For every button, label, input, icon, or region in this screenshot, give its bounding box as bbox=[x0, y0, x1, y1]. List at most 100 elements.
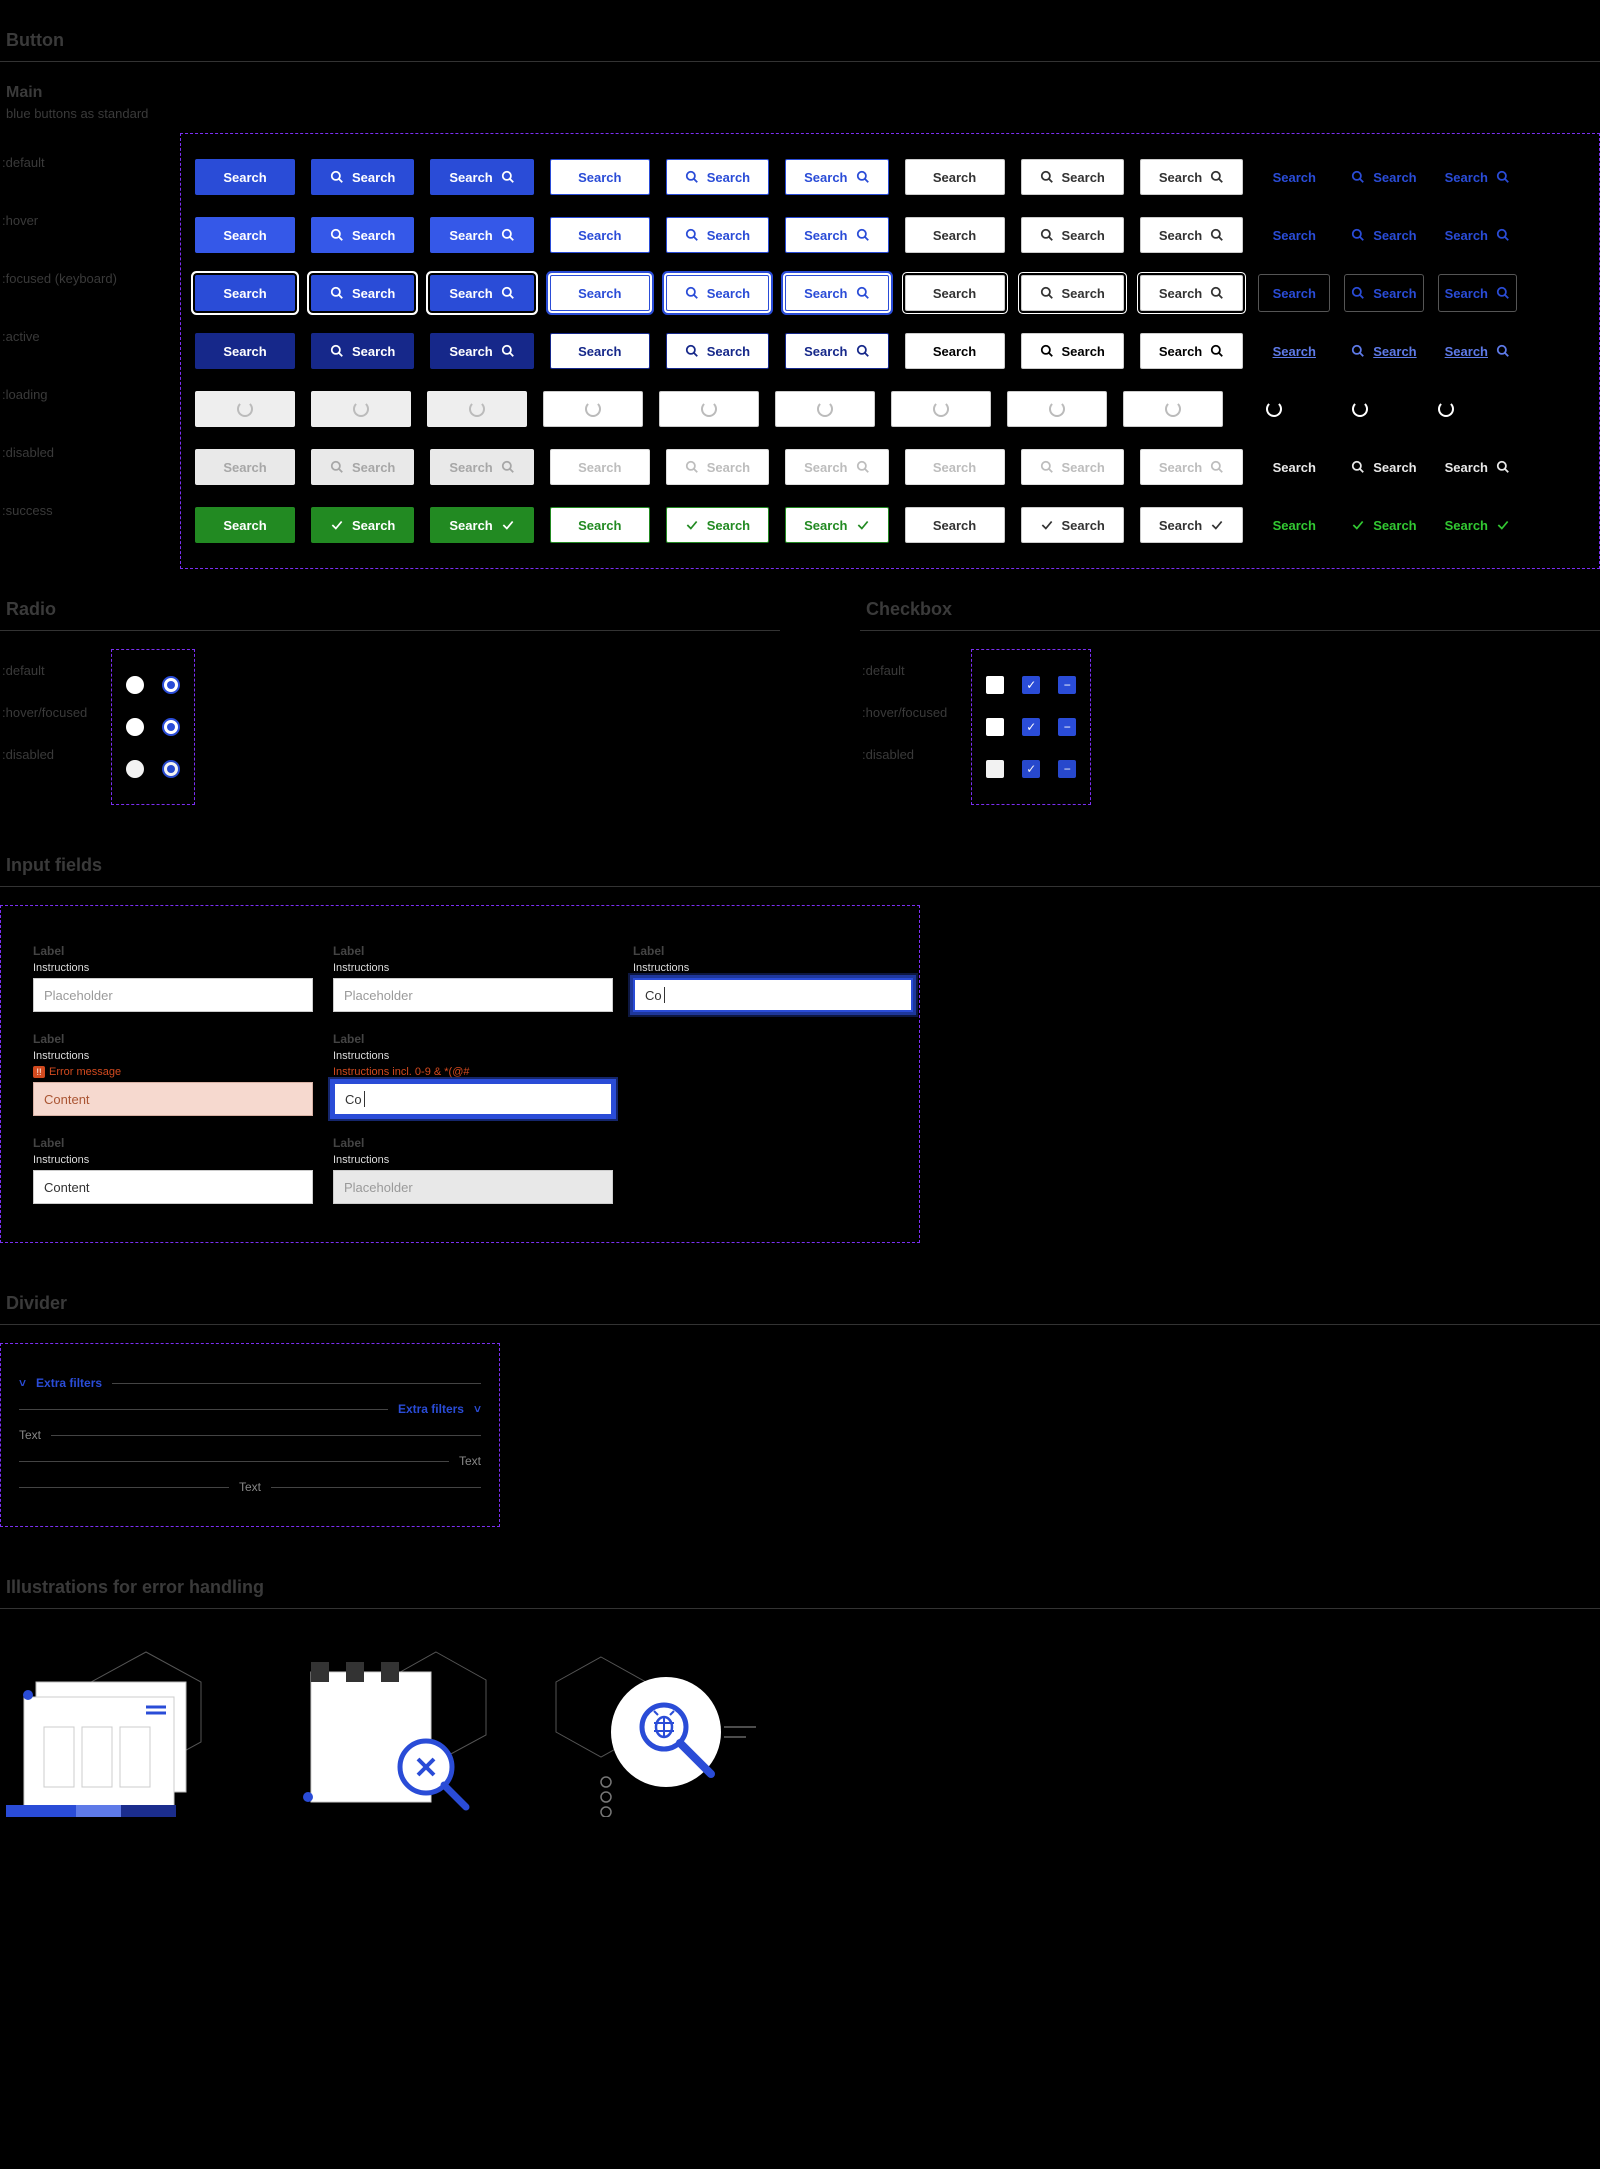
search-button[interactable]: Search bbox=[1439, 449, 1516, 485]
search-button[interactable] bbox=[891, 391, 991, 427]
search-button[interactable] bbox=[659, 391, 759, 427]
search-button[interactable]: Search bbox=[311, 159, 414, 195]
search-button[interactable]: Search bbox=[195, 275, 295, 311]
search-button[interactable]: Search bbox=[1345, 275, 1422, 311]
search-button[interactable]: Search bbox=[311, 449, 414, 485]
search-button[interactable]: Search bbox=[1439, 275, 1516, 311]
search-button[interactable]: Search bbox=[1021, 507, 1124, 543]
checkbox-checked[interactable]: ✓ bbox=[1022, 676, 1040, 694]
search-button[interactable]: Search bbox=[1259, 507, 1329, 543]
search-button[interactable]: Search bbox=[1021, 275, 1124, 311]
search-button[interactable]: Search bbox=[1345, 217, 1422, 253]
search-button[interactable] bbox=[1007, 391, 1107, 427]
search-button[interactable]: Search bbox=[666, 333, 769, 369]
search-button[interactable] bbox=[1325, 391, 1395, 427]
checkbox-indeterminate[interactable]: − bbox=[1058, 676, 1076, 694]
radio-checked[interactable] bbox=[162, 760, 180, 778]
search-button[interactable]: Search bbox=[905, 507, 1005, 543]
search-button[interactable]: Search bbox=[1345, 507, 1422, 543]
search-button[interactable]: Search bbox=[666, 275, 769, 311]
search-button[interactable]: Search bbox=[550, 507, 650, 543]
search-button[interactable]: Search bbox=[905, 217, 1005, 253]
checkbox-unchecked[interactable] bbox=[986, 718, 1004, 736]
search-button[interactable] bbox=[1411, 391, 1481, 427]
search-button[interactable] bbox=[195, 391, 295, 427]
search-button[interactable]: Search bbox=[666, 217, 769, 253]
search-button[interactable]: Search bbox=[430, 159, 533, 195]
search-button[interactable]: Search bbox=[1345, 449, 1422, 485]
checkbox-unchecked[interactable] bbox=[986, 760, 1004, 778]
search-button[interactable]: Search bbox=[1140, 275, 1243, 311]
search-button[interactable] bbox=[543, 391, 643, 427]
search-button[interactable]: Search bbox=[430, 507, 533, 543]
search-button[interactable]: Search bbox=[195, 449, 295, 485]
search-button[interactable]: Search bbox=[785, 217, 888, 253]
search-button[interactable]: Search bbox=[905, 159, 1005, 195]
search-button[interactable] bbox=[311, 391, 411, 427]
search-button[interactable]: Search bbox=[195, 333, 295, 369]
search-button[interactable]: Search bbox=[1439, 217, 1516, 253]
search-button[interactable]: Search bbox=[195, 217, 295, 253]
search-button[interactable]: Search bbox=[785, 449, 888, 485]
search-button[interactable]: Search bbox=[550, 449, 650, 485]
text-input[interactable]: Placeholder bbox=[333, 978, 613, 1012]
search-button[interactable]: Search bbox=[1439, 333, 1516, 369]
search-button[interactable]: Search bbox=[905, 275, 1005, 311]
search-button[interactable]: Search bbox=[195, 507, 295, 543]
search-button[interactable]: Search bbox=[1140, 159, 1243, 195]
search-button[interactable]: Search bbox=[430, 449, 533, 485]
search-button[interactable]: Search bbox=[785, 507, 888, 543]
search-button[interactable]: Search bbox=[311, 507, 414, 543]
search-button[interactable]: Search bbox=[1021, 159, 1124, 195]
search-button[interactable]: Search bbox=[666, 449, 769, 485]
checkbox-checked[interactable]: ✓ bbox=[1022, 760, 1040, 778]
search-button[interactable]: Search bbox=[550, 275, 650, 311]
text-input[interactable]: Co bbox=[633, 978, 913, 1012]
search-button[interactable]: Search bbox=[666, 507, 769, 543]
search-button[interactable]: Search bbox=[1259, 217, 1329, 253]
radio-unchecked[interactable] bbox=[126, 760, 144, 778]
radio-unchecked[interactable] bbox=[126, 718, 144, 736]
search-button[interactable]: Search bbox=[550, 333, 650, 369]
search-button[interactable]: Search bbox=[785, 159, 888, 195]
search-button[interactable] bbox=[1123, 391, 1223, 427]
search-button[interactable]: Search bbox=[1439, 507, 1516, 543]
search-button[interactable]: Search bbox=[1259, 449, 1329, 485]
search-button[interactable]: Search bbox=[785, 275, 888, 311]
text-input[interactable]: Placeholder bbox=[33, 978, 313, 1012]
search-button[interactable]: Search bbox=[1439, 159, 1516, 195]
radio-unchecked[interactable] bbox=[126, 676, 144, 694]
search-button[interactable]: Search bbox=[905, 449, 1005, 485]
search-button[interactable] bbox=[1239, 391, 1309, 427]
search-button[interactable]: Search bbox=[550, 217, 650, 253]
search-button[interactable]: Search bbox=[1021, 333, 1124, 369]
search-button[interactable]: Search bbox=[430, 275, 533, 311]
divider-expand-right[interactable]: Extra filters ˅ bbox=[19, 1402, 481, 1416]
search-button[interactable]: Search bbox=[785, 333, 888, 369]
search-button[interactable]: Search bbox=[311, 275, 414, 311]
search-button[interactable]: Search bbox=[1259, 333, 1329, 369]
text-input[interactable]: Co bbox=[333, 1082, 613, 1116]
search-button[interactable]: Search bbox=[430, 217, 533, 253]
search-button[interactable]: Search bbox=[905, 333, 1005, 369]
divider-expand-left[interactable]: ˅ Extra filters bbox=[19, 1376, 481, 1390]
search-button[interactable]: Search bbox=[1345, 159, 1422, 195]
search-button[interactable]: Search bbox=[430, 333, 533, 369]
checkbox-indeterminate[interactable]: − bbox=[1058, 718, 1076, 736]
search-button[interactable] bbox=[775, 391, 875, 427]
radio-checked[interactable] bbox=[162, 676, 180, 694]
text-input[interactable]: Content bbox=[33, 1170, 313, 1204]
search-button[interactable]: Search bbox=[550, 159, 650, 195]
search-button[interactable]: Search bbox=[1259, 159, 1329, 195]
checkbox-indeterminate[interactable]: − bbox=[1058, 760, 1076, 778]
search-button[interactable]: Search bbox=[1140, 333, 1243, 369]
search-button[interactable]: Search bbox=[311, 217, 414, 253]
text-input[interactable]: Content bbox=[33, 1082, 313, 1116]
search-button[interactable]: Search bbox=[1021, 449, 1124, 485]
search-button[interactable] bbox=[427, 391, 527, 427]
radio-checked[interactable] bbox=[162, 718, 180, 736]
search-button[interactable]: Search bbox=[195, 159, 295, 195]
search-button[interactable]: Search bbox=[1259, 275, 1329, 311]
search-button[interactable]: Search bbox=[1021, 217, 1124, 253]
search-button[interactable]: Search bbox=[1140, 217, 1243, 253]
